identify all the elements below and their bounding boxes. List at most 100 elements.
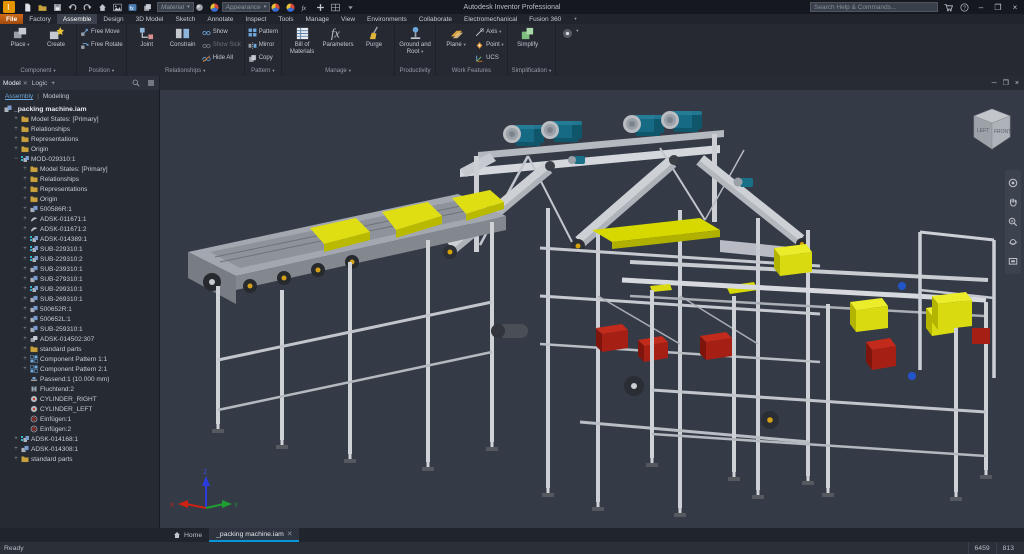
joint-button[interactable]: Joint (130, 26, 164, 49)
expand-toggle[interactable]: + (22, 166, 28, 172)
ribbon-tab-view[interactable]: View (335, 14, 361, 24)
expand-toggle[interactable]: + (22, 356, 28, 362)
expand-toggle[interactable]: + (22, 266, 28, 272)
purge-button[interactable]: Purge (357, 26, 391, 49)
orbit-icon[interactable] (1008, 236, 1019, 247)
tree-item[interactable]: +Model States: [Primary] (0, 164, 159, 174)
tree-item[interactable]: +Representations (0, 134, 159, 144)
expand-toggle[interactable]: + (22, 366, 28, 372)
cart-icon[interactable] (943, 2, 954, 13)
tree-item[interactable]: +SUB-269310:1 (0, 294, 159, 304)
ribbon-tab-environments[interactable]: Environments (361, 14, 413, 24)
tree-item[interactable]: Einfügen:1 (0, 414, 159, 424)
ground-and-root-button[interactable]: Ground and Root ▾ (398, 26, 432, 55)
tree-item[interactable]: Passend:1 (10.000 mm) (0, 374, 159, 384)
tree-item[interactable]: +ADSK-011671:2 (0, 224, 159, 234)
panel-tab-logic[interactable]: Logic (32, 80, 48, 87)
expand-toggle[interactable]: + (22, 296, 28, 302)
tree-item[interactable]: +ADSK-014389:1 (0, 234, 159, 244)
appearance-dropdown[interactable]: Appearance ▾ (222, 2, 271, 12)
place-button[interactable]: Place ▾ (3, 26, 37, 49)
color-wheel-icon[interactable] (285, 2, 296, 13)
expand-toggle[interactable]: + (22, 246, 28, 252)
create-button[interactable]: Create (39, 26, 73, 49)
plus-icon[interactable] (315, 2, 326, 13)
color-wheel-icon[interactable] (270, 2, 281, 13)
tree-item[interactable]: +standard parts (0, 454, 159, 464)
tree-item[interactable]: +500586R:1 (0, 204, 159, 214)
tree-item[interactable]: Fluchtend:2 (0, 384, 159, 394)
ribbon-tab-collaborate[interactable]: Collaborate (413, 14, 458, 24)
doc-minimize-button[interactable]: ─ (992, 80, 997, 87)
ribbon-tab-sketch[interactable]: Sketch (169, 14, 201, 24)
save-icon[interactable] (52, 2, 63, 13)
tree-item[interactable]: +500652L:1 (0, 314, 159, 324)
tree-item[interactable]: +Component Pattern 2:1 (0, 364, 159, 374)
home-icon[interactable] (97, 2, 108, 13)
ribbon-tab-fusion-360[interactable]: Fusion 360 (523, 14, 567, 24)
tree-item[interactable]: +SUB-279310:1 (0, 274, 159, 284)
tree-item[interactable]: +ADSK-011671:1 (0, 214, 159, 224)
free-move-button[interactable]: Free Move (80, 26, 123, 38)
mirror-button[interactable]: Mirror (248, 39, 278, 51)
open-folder-icon[interactable] (37, 2, 48, 13)
tree-item[interactable]: +Component Pattern 1:1 (0, 354, 159, 364)
search-input[interactable] (810, 2, 938, 12)
zoom-plus-icon[interactable] (1008, 216, 1019, 227)
new-file-icon[interactable] (22, 2, 33, 13)
expand-toggle[interactable]: + (22, 226, 28, 232)
tree-item[interactable]: Einfügen:2 (0, 424, 159, 434)
doc-tab--packing-machine-iam[interactable]: _packing machine.iam✕ (209, 528, 299, 542)
expand-toggle[interactable]: + (13, 456, 19, 462)
expand-toggle[interactable]: + (22, 276, 28, 282)
bill-of-materials-button[interactable]: Bill of Materials (285, 26, 319, 55)
parameters-button[interactable]: fxParameters (321, 26, 355, 49)
ribbon-group-label[interactable]: Component ▾ (0, 66, 76, 76)
tree-item[interactable]: +ADSK-014502:307 (0, 334, 159, 344)
constrain-button[interactable]: Constrain (166, 26, 200, 49)
expand-toggle[interactable]: + (22, 336, 28, 342)
ribbon-tab-factory[interactable]: Factory (23, 14, 57, 24)
tree-item[interactable]: +Origin (0, 194, 159, 204)
layers-icon[interactable] (142, 2, 153, 13)
ribbon-tab-3d-model[interactable]: 3D Model (130, 14, 170, 24)
tree-item[interactable]: +Relationships (0, 124, 159, 134)
tree-item[interactable]: +SUB-299310:1 (0, 284, 159, 294)
tree-item[interactable]: +Model States: [Primary] (0, 114, 159, 124)
ribbon-group-label[interactable]: Relationships ▾ (127, 66, 244, 76)
ribbon-tab-manage[interactable]: Manage (300, 14, 336, 24)
expand-toggle[interactable]: + (22, 286, 28, 292)
tree-item[interactable]: +SUB-259310:1 (0, 324, 159, 334)
ribbon-tab-file[interactable]: File (0, 14, 23, 24)
tree-item[interactable]: CYLINDER_LEFT (0, 404, 159, 414)
show-button[interactable]: Show (202, 26, 241, 38)
color-wheel-icon[interactable] (209, 2, 220, 13)
expand-toggle[interactable]: + (22, 186, 28, 192)
expand-toggle[interactable]: + (22, 196, 28, 202)
grid-icon[interactable] (330, 2, 341, 13)
expand-toggle[interactable]: + (22, 206, 28, 212)
close-button[interactable]: × (1009, 2, 1021, 13)
expand-toggle[interactable]: + (22, 216, 28, 222)
expand-toggle[interactable]: + (13, 126, 19, 132)
image-icon[interactable] (112, 2, 123, 13)
tree-item[interactable]: +SUB-229310:1 (0, 244, 159, 254)
axis-button[interactable]: Axis ▾ (475, 26, 504, 38)
ribbon-group-label[interactable]: Position ▾ (77, 66, 126, 76)
ribbon-tab-electromechanical[interactable]: Electromechanical (458, 14, 523, 24)
add-panel-tab-button[interactable]: + (51, 80, 55, 87)
ribbon-tab-extension[interactable]: ▾ (567, 14, 581, 24)
ucs-button[interactable]: UCS (475, 52, 504, 64)
tree-item[interactable]: +SUB-239310:1 (0, 264, 159, 274)
expand-toggle[interactable]: + (13, 136, 19, 142)
view-cube[interactable]: LEFT FRONT (966, 104, 1018, 154)
undo-icon[interactable] (67, 2, 78, 13)
tree-item[interactable]: +standard parts (0, 344, 159, 354)
minimize-button[interactable]: – (975, 2, 987, 13)
ilogic-icon[interactable]: fx (127, 2, 138, 13)
tree-item[interactable]: +500652R:1 (0, 304, 159, 314)
doc-close-button[interactable]: × (1015, 80, 1019, 87)
ribbon-extra-tools[interactable]: ▾ (556, 24, 584, 76)
ribbon-tab-tools[interactable]: Tools (272, 14, 299, 24)
expand-toggle[interactable]: + (13, 436, 19, 442)
